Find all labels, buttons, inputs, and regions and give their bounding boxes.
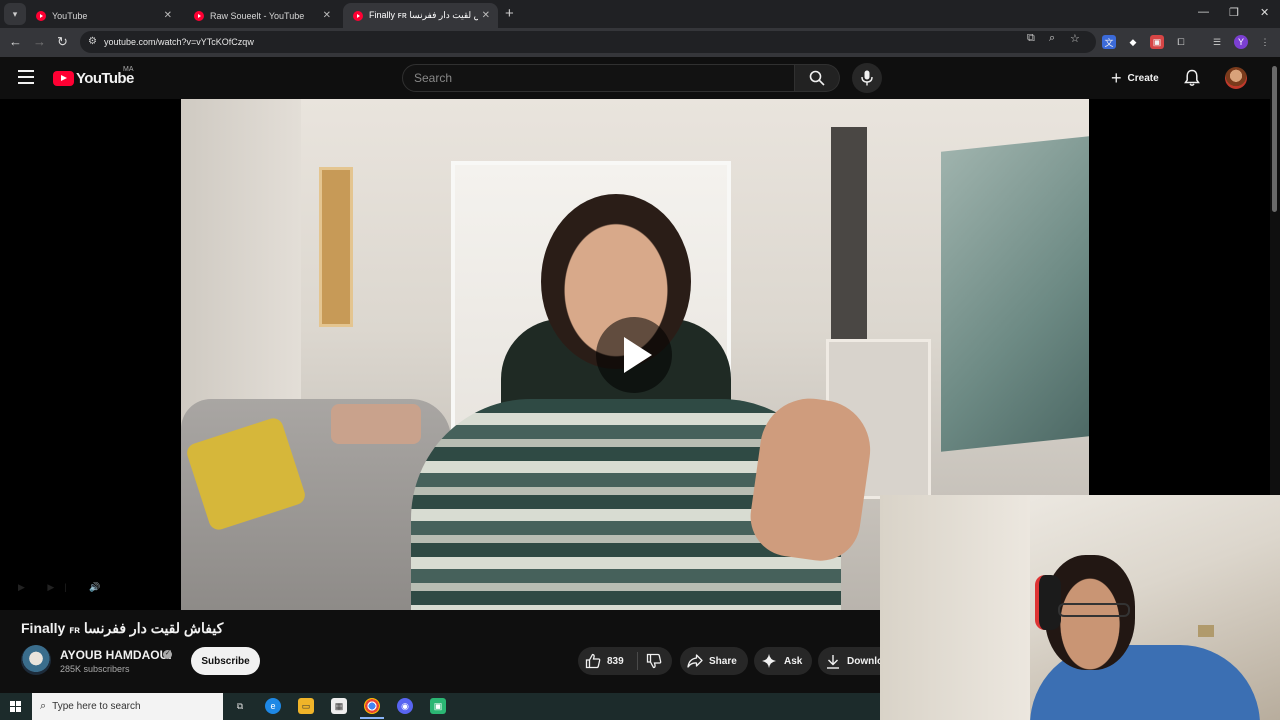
restore-icon[interactable]: ❐ (1229, 6, 1239, 19)
player-controls[interactable]: ▶ ▶| 🔊 (18, 582, 110, 593)
share-label: Share (709, 655, 737, 667)
channel-name[interactable]: AYOUB HAMDAOUI (60, 648, 172, 662)
thumbs-up-icon (585, 653, 601, 669)
zoom-icon[interactable]: ⌕ (1049, 32, 1055, 45)
subscribe-button[interactable]: Subscribe (191, 647, 260, 675)
notifications-button[interactable] (1184, 69, 1200, 92)
ask-button[interactable]: Ask (754, 647, 812, 675)
bell-icon (1184, 69, 1200, 86)
translate-extension-icon[interactable]: 文 (1102, 35, 1116, 49)
download-icon (827, 654, 839, 669)
close-icon[interactable]: ✕ (323, 10, 331, 21)
tab-youtube[interactable]: YouTube ✕ (26, 3, 180, 28)
thumbs-down-icon (646, 653, 662, 669)
bookmark-star-icon[interactable]: ☆ (1070, 32, 1080, 45)
active-app-indicator (360, 717, 384, 719)
create-label: Create (1127, 72, 1159, 84)
download-button[interactable]: Downlo (818, 647, 884, 675)
close-icon[interactable]: ✕ (482, 10, 490, 21)
create-button[interactable]: + Create (1103, 64, 1175, 92)
back-icon[interactable]: ← (9, 34, 22, 49)
sparkle-icon (762, 654, 776, 668)
account-avatar[interactable] (1225, 67, 1247, 89)
tab-current-video[interactable]: Finally ꜰʀ كيفاش لقيت دار ففرنسا ✕ (343, 3, 498, 28)
chrome-icon[interactable] (364, 698, 380, 714)
share-button[interactable]: Share (680, 647, 748, 675)
scrollbar-thumb[interactable] (1272, 66, 1277, 212)
like-count: 839 (607, 655, 624, 667)
channel-avatar[interactable] (21, 645, 51, 675)
address-bar[interactable]: ⚙ youtube.com/watch?v=vYTcKOfCzqw (80, 31, 1096, 53)
store-icon[interactable]: ▦ (331, 698, 347, 714)
new-tab-button[interactable]: + (505, 5, 514, 22)
search-input[interactable] (403, 65, 794, 91)
webcam-overlay (880, 495, 1280, 720)
tab-label: YouTube (52, 10, 88, 21)
windows-start-icon[interactable] (10, 701, 21, 712)
task-view-icon[interactable]: ⧉ (232, 698, 248, 714)
taskbar-search[interactable]: ⌕ Type here to search (32, 693, 223, 720)
title-tag: ꜰʀ (69, 625, 80, 636)
youtube-play-logo-icon (53, 71, 74, 86)
dislike-button[interactable] (638, 647, 672, 675)
file-explorer-icon[interactable]: ▭ (298, 698, 314, 714)
edge-browser-icon[interactable]: e (265, 698, 281, 714)
window-close-icon[interactable]: ✕ (1260, 6, 1269, 19)
search-button[interactable] (795, 64, 840, 92)
title-prefix: Finally (21, 620, 66, 636)
browser-toolbar: ← → ↻ ⚙ youtube.com/watch?v=vYTcKOfCzqw … (0, 28, 1280, 57)
subscriber-count: 285K subscribers (60, 664, 130, 674)
video-title: Finally ꜰʀ كيفاش لقيت دار ففرنسا (21, 620, 223, 637)
extension-diamond-icon[interactable]: ◆ (1126, 35, 1140, 49)
reading-list-icon[interactable]: ☰ (1210, 35, 1224, 49)
verified-badge-icon: ✓ (163, 650, 172, 659)
youtube-logo[interactable]: YouTube MA (53, 66, 134, 87)
youtube-favicon-icon (353, 10, 363, 21)
app-icon[interactable]: ▣ (430, 698, 446, 714)
profile-avatar[interactable]: Y (1234, 35, 1248, 49)
search-icon (809, 70, 825, 86)
youtube-header: YouTube MA + Create (0, 57, 1280, 99)
windows-taskbar: ⌕ Type here to search ⧉ e ▭ ▦ ◉ ▣ (0, 693, 880, 720)
discord-icon[interactable]: ◉ (397, 698, 413, 714)
reload-icon[interactable]: ↻ (57, 34, 68, 50)
site-info-icon[interactable]: ⚙ (88, 36, 97, 47)
youtube-favicon-icon (194, 10, 204, 21)
voice-search-button[interactable] (852, 63, 882, 93)
guide-menu-icon[interactable] (18, 70, 34, 84)
tab-raw-soueelt[interactable]: Raw Soueelt - YouTube ✕ (184, 3, 339, 28)
title-arabic: كيفاش لقيت دار ففرنسا (83, 620, 224, 636)
download-label: Downlo (847, 655, 884, 667)
url-text[interactable]: youtube.com/watch?v=vYTcKOfCzqw (104, 37, 254, 47)
search-icon: ⌕ (40, 700, 47, 712)
extension-red-icon[interactable]: ▣ (1150, 35, 1164, 49)
tab-label: Finally ꜰʀ كيفاش لقيت دار ففرنسا (369, 10, 478, 20)
play-button[interactable] (596, 317, 672, 393)
taskbar-search-placeholder[interactable]: Type here to search (52, 701, 140, 712)
extensions-puzzle-icon[interactable]: ⧠ (1174, 35, 1188, 49)
tab-label: Raw Soueelt - YouTube (210, 10, 305, 21)
youtube-favicon-icon (36, 10, 46, 21)
tab-search-button[interactable]: ▾ (4, 3, 26, 25)
chevron-down-icon: ▾ (12, 8, 18, 19)
microphone-icon (861, 70, 873, 86)
install-app-icon[interactable]: ⧉ (1027, 32, 1035, 45)
country-code: MA (123, 66, 134, 73)
minimize-icon[interactable]: — (1198, 6, 1209, 18)
forward-icon[interactable]: → (33, 34, 46, 49)
plus-icon: + (1111, 68, 1122, 88)
ask-label: Ask (784, 655, 803, 667)
like-button[interactable]: 839 (578, 647, 637, 675)
share-arrow-icon (687, 654, 703, 668)
close-icon[interactable]: ✕ (164, 10, 172, 21)
search-box[interactable] (402, 64, 795, 92)
browser-menu-icon[interactable]: ⋮ (1258, 35, 1272, 49)
